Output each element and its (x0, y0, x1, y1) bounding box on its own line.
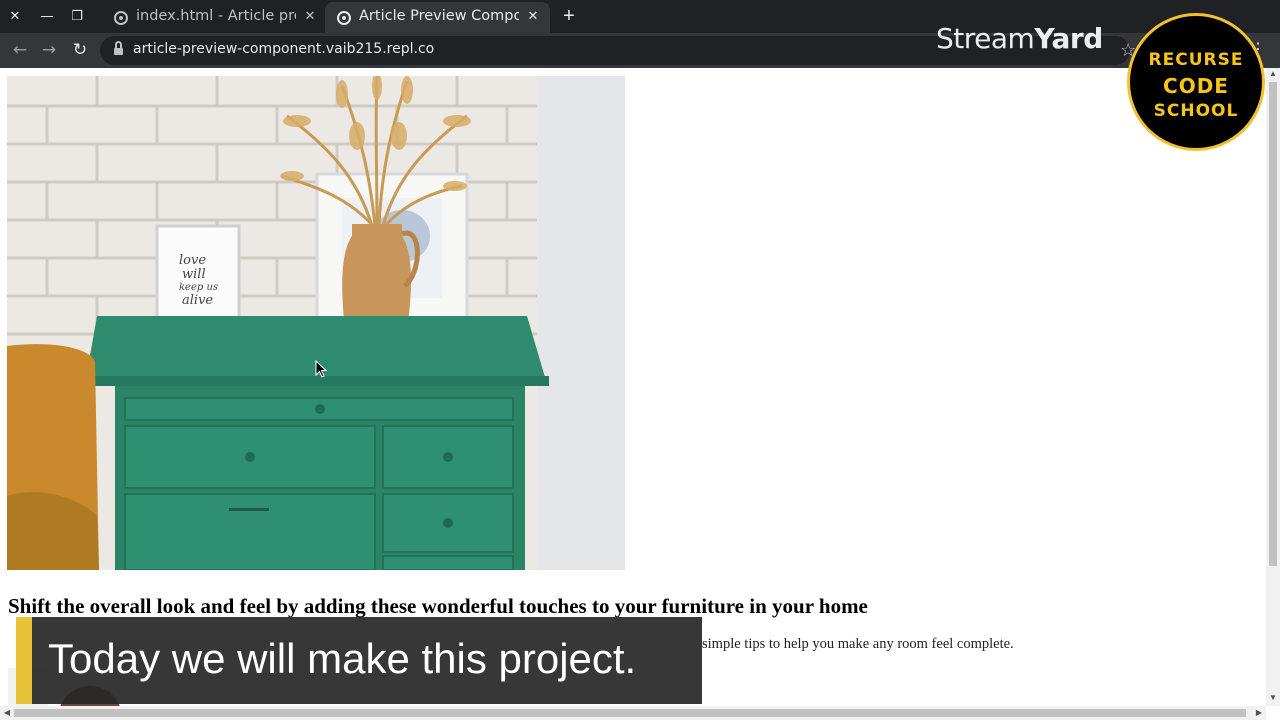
url-text: article-preview-component.vaib215.repl.c… (133, 41, 435, 57)
page-viewport: love will keep us alive Shift the overal… (0, 68, 1266, 706)
restore-window-icon[interactable]: ❐ (66, 6, 88, 28)
caption-accent-bar (16, 617, 32, 704)
svg-text:will: will (182, 267, 206, 282)
svg-text:alive: alive (182, 293, 213, 308)
tab-title: Article Preview Compon (359, 8, 519, 24)
horizontal-scrollbar-thumb[interactable] (14, 709, 1246, 717)
tab-index-html[interactable]: index.html - Article pre ✕ (102, 2, 324, 33)
vertical-scrollbar-thumb[interactable] (1269, 82, 1277, 566)
mouse-cursor-icon (315, 360, 327, 378)
badge-line: RECURSE (1148, 50, 1244, 70)
close-tab-icon[interactable]: ✕ (525, 8, 541, 26)
caption-text: Today we will make this project. (48, 635, 637, 682)
badge-line: CODE (1163, 74, 1229, 98)
poster-text: love (179, 253, 206, 268)
new-tab-icon[interactable]: + (558, 5, 580, 27)
scroll-right-arrow-icon[interactable]: ▶ (1252, 706, 1266, 720)
replit-favicon-icon (114, 11, 128, 25)
globe-favicon-icon (337, 11, 351, 25)
lock-icon (114, 41, 123, 56)
scroll-down-arrow-icon[interactable]: ▼ (1266, 692, 1280, 704)
streamyard-logo: StreamYard (936, 22, 1103, 55)
minimize-window-icon[interactable]: — (36, 6, 58, 28)
reload-icon[interactable]: ↻ (68, 38, 92, 62)
back-arrow-icon[interactable]: ← (8, 38, 32, 62)
svg-text:keep us: keep us (179, 282, 218, 293)
vertical-scrollbar[interactable]: ▲ ▼ (1266, 68, 1280, 706)
article-description-text: simple tips to help you make any room fe… (702, 636, 1014, 652)
tab-article-preview[interactable]: Article Preview Compon ✕ (325, 2, 550, 33)
close-tab-icon[interactable]: ✕ (302, 8, 318, 26)
recurse-code-school-badge: RECURSE CODE SCHOOL (1127, 13, 1265, 151)
hero-image: love will keep us alive (7, 76, 625, 570)
caption-banner: Today we will make this project. (16, 617, 702, 704)
tab-title: index.html - Article pre (136, 8, 296, 24)
article-title: Shift the overall look and feel by addin… (8, 594, 868, 618)
badge-line: SCHOOL (1153, 101, 1239, 121)
horizontal-scrollbar[interactable]: ◀ ▶ (0, 706, 1266, 720)
scroll-left-arrow-icon[interactable]: ◀ (0, 706, 14, 720)
scroll-up-arrow-icon[interactable]: ▲ (1266, 68, 1280, 80)
forward-arrow-icon[interactable]: → (37, 38, 61, 62)
close-window-icon[interactable]: ✕ (4, 6, 26, 28)
